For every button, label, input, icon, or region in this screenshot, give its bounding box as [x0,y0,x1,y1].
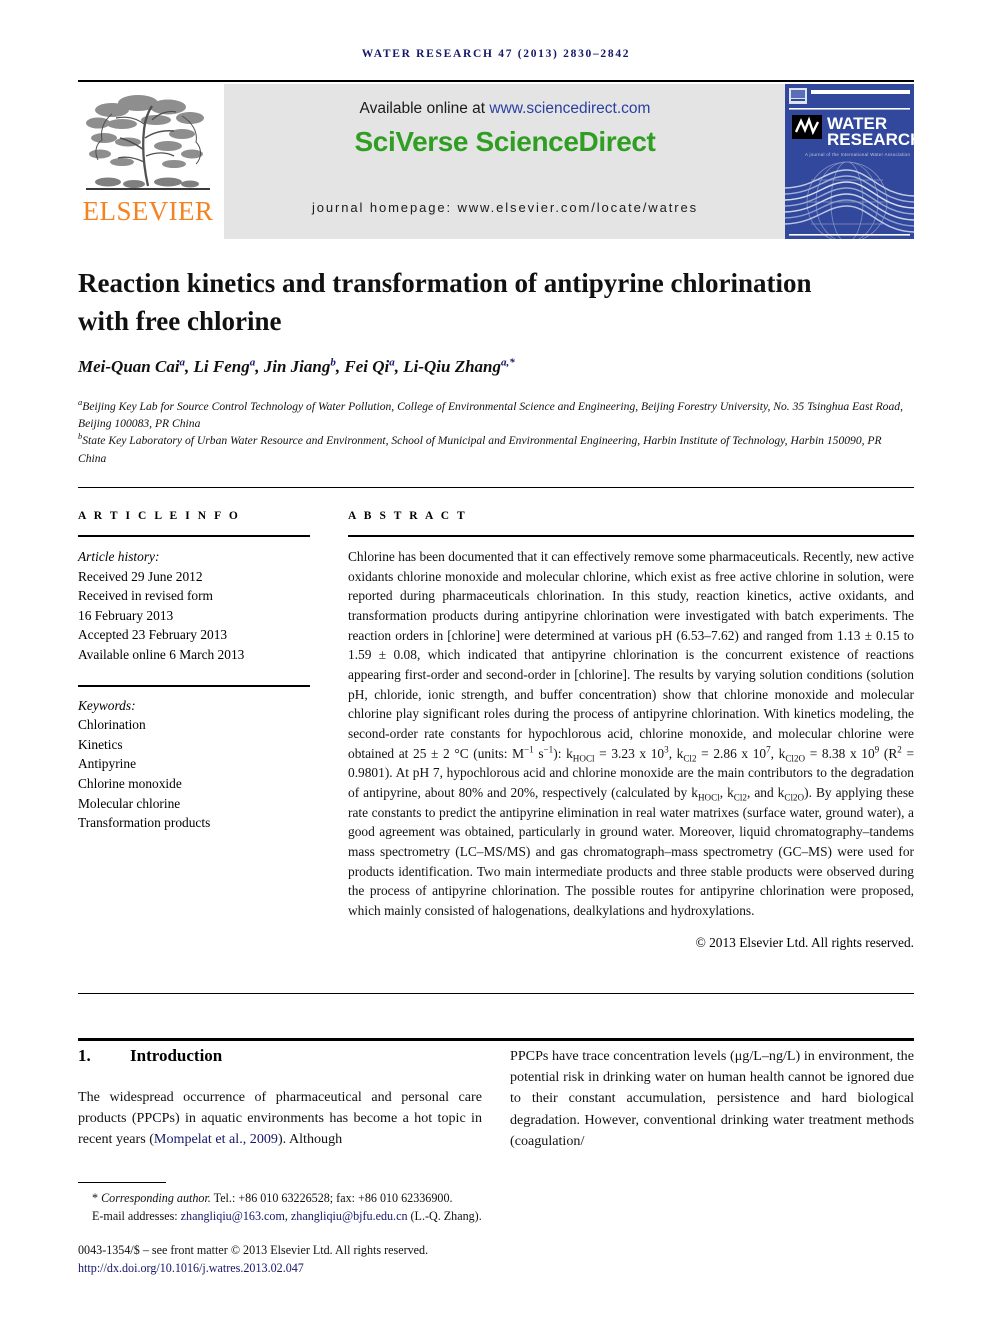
email-address-1[interactable]: zhangliqiu@163.com [181,1209,285,1223]
k-cl2o-value: = 8.38 x 10 [805,745,875,761]
abstract-column: A B S T R A C T Chlorine has been docume… [348,510,914,951]
author-mark: a [179,356,186,369]
keywords-rule [78,684,310,687]
affiliation-list: aBeijing Key Lab for Source Control Tech… [78,398,908,467]
intro-paragraph-left: The widespread occurrence of pharmaceuti… [78,1087,482,1151]
author-mark: a [249,356,256,369]
keywords-block: Keywords: Chlorination Kinetics Antipyri… [78,696,310,833]
issn-copyright-line: 0043-1354/$ – see front matter © 2013 El… [78,1243,429,1257]
journal-cover-artwork: WATER RESEARCH A journal of the Internat… [785,84,914,239]
article-history-item: Accepted 23 February 2013 [78,627,228,643]
elsevier-tree-icon [86,95,210,190]
affiliation-b: bState Key Laboratory of Urban Water Res… [78,432,908,466]
section-title: Introduction [130,1046,223,1065]
body-column-right: PPCPs have trace concentration levels (μ… [510,1046,914,1152]
abstract-bottom-rule [78,993,914,994]
article-history: Article history: Received 29 June 2012 R… [78,547,310,665]
sciencedirect-url[interactable]: www.sciencedirect.com [489,100,650,117]
body-top-rule [78,1038,914,1041]
email-address-2[interactable]: zhangliqiu@bjfu.edu.cn [291,1209,408,1223]
k-cl2-value: = 2.86 x 10 [696,745,767,761]
footnote-rule [78,1182,166,1183]
author-mark: a,* [501,356,515,369]
k-cl2-subscript: Cl2 [683,753,697,764]
keyword-item: Molecular chlorine [78,795,181,811]
article-info-column: A R T I C L E I N F O Article history: R… [78,510,310,833]
abstract-text: Chlorine has been documented that it can… [348,547,914,920]
k-hocl-subscript: HOCl [572,753,595,764]
email-attribution: (L.-Q. Zhang). [407,1209,482,1224]
affiliation-b-text: State Key Laboratory of Urban Water Reso… [78,434,882,465]
masthead-top-rule [78,80,914,82]
article-history-item: 16 February 2013 [78,607,174,623]
asterisk-mark: * [92,1191,99,1205]
calc-sub-cl2o: Cl2O [784,792,805,803]
body-column-left: 1. Introduction The widespread occurrence… [78,1046,482,1151]
email-label: E-mail addresses: [92,1209,181,1224]
article-page: WATER RESEARCH 47 (2013) 2830–2842 ELSEV… [0,0,992,1323]
article-history-item: Received 29 June 2012 [78,568,203,584]
article-info-rule [78,535,310,537]
email-line: E-mail addresses: zhangliqiu@163.com, zh… [78,1207,638,1225]
corresponding-author-contact: Tel.: +86 010 63226528; fax: +86 010 623… [210,1191,453,1205]
section-heading-introduction: 1. Introduction [78,1046,482,1066]
article-title: Reaction kinetics and transformation of … [78,268,812,336]
keywords-label: Keywords: [78,697,136,713]
doi-link[interactable]: http://dx.doi.org/10.1016/j.watres.2013.… [78,1261,304,1276]
r2-open: (R [879,745,898,761]
article-history-label: Article history: [78,549,160,564]
author-mark: a [389,356,395,369]
info-section-top-rule [78,487,914,488]
affiliation-a-text: Beijing Key Lab for Source Control Techn… [78,400,903,431]
keyword-item: Chlorine monoxide [78,775,182,791]
svg-text:A journal of the International: A journal of the International Water Ass… [805,152,911,157]
sciverse-sciencedirect-logo: SciVerse ScienceDirect [354,126,656,157]
calc-mid-1: , k [719,784,734,800]
keyword-item: Transformation products [78,815,211,831]
abstract-part3: ). By applying these rate constants to p… [348,784,914,918]
k-hocl-value: = 3.23 x 10 [594,745,665,761]
keyword-item: Kinetics [78,736,123,752]
article-info-heading: A R T I C L E I N F O [78,510,241,522]
section-number: 1. [78,1046,91,1065]
footnote-block: * Corresponding author. Tel.: +86 010 63… [78,1189,638,1226]
article-history-item: Received in revised form [78,588,213,604]
corresponding-author-label: Corresponding author. [101,1191,211,1205]
abstract-units-mid: s [533,745,544,761]
article-history-item: Available online 6 March 2013 [78,646,245,662]
abstract-units-exp1: −1 [524,744,534,755]
available-online-line: Available online at www.sciencedirect.co… [224,100,786,118]
keyword-item: Antipyrine [78,756,137,772]
svg-text:RESEARCH: RESEARCH [827,130,914,149]
abstract-heading: A B S T R A C T [348,510,468,522]
abstract-units-close: ): [553,745,562,761]
available-online-prefix: Available online at [359,100,490,117]
abstract-part1: Chlorine has been documented that it can… [348,549,914,761]
journal-homepage-line[interactable]: journal homepage: www.elsevier.com/locat… [224,200,786,215]
calc-sub-cl2: Cl2 [733,792,747,803]
citation-link[interactable]: Mompelat et al., 2009 [154,1131,278,1147]
corresponding-author-line: * Corresponding author. Tel.: +86 010 63… [78,1189,638,1207]
running-head: WATER RESEARCH 47 (2013) 2830–2842 [361,48,631,60]
author-list: Mei-Quan Caia, Li Fenga, Jin Jiangb, Fei… [78,356,515,376]
sciencedirect-banner: Available online at www.sciencedirect.co… [224,84,786,239]
k-cl2o-subscript: Cl2O [785,753,806,764]
journal-masthead: ELSEVIER Available online at www.science… [78,84,914,239]
intro-paragraph-right: PPCPs have trace concentration levels (μ… [510,1048,914,1149]
k-hocl-symbol: k [566,745,573,761]
k-cl2-symbol: , k [668,745,684,761]
elsevier-logo: ELSEVIER [78,84,218,239]
k-cl2o-symbol: , k [770,745,786,761]
abstract-copyright: © 2013 Elsevier Ltd. All rights reserved… [695,935,914,951]
intro-text-post: ). Although [277,1131,343,1148]
affiliation-a: aBeijing Key Lab for Source Control Tech… [78,398,908,432]
abstract-rule [348,535,914,537]
calc-sub-hocl: HOCl [697,792,720,803]
calc-mid-2: , and k [746,784,785,800]
author-mark: b [330,356,336,369]
journal-cover-thumbnail: WATER RESEARCH A journal of the Internat… [785,84,914,239]
elsevier-wordmark: ELSEVIER [82,196,214,226]
abstract-units-exp2: −1 [543,744,554,755]
keyword-item: Chlorination [78,717,146,733]
